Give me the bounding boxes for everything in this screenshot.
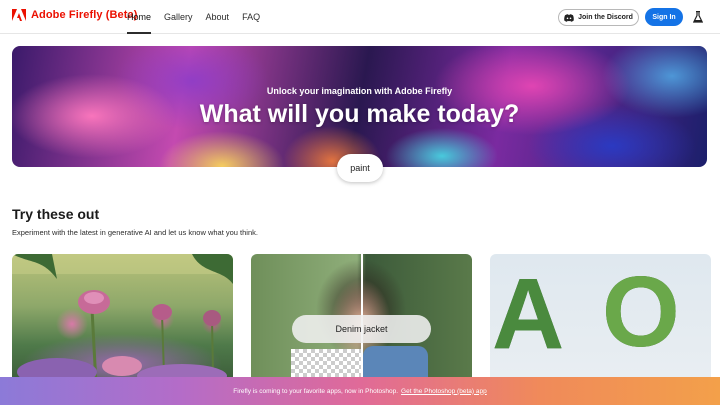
join-discord-button[interactable]: Join the Discord <box>558 9 639 26</box>
card-text-effects[interactable]: A O <box>490 254 711 384</box>
fantasy-garden-illustration <box>12 254 233 384</box>
nav-home[interactable]: Home <box>127 0 152 34</box>
flask-icon[interactable] <box>693 11 703 23</box>
leaf-letter-o: O <box>602 256 680 368</box>
banner-text: Firefly is coming to your favorite apps,… <box>233 387 399 395</box>
brand-name: Adobe Firefly (Beta) <box>31 9 138 21</box>
top-navigation: Adobe Firefly (Beta) Home Gallery About … <box>0 0 720 34</box>
photoshop-beta-link[interactable]: Get the Photoshop (beta) app <box>401 388 487 395</box>
sign-in-button[interactable]: Sign In <box>645 8 683 26</box>
nav-gallery[interactable]: Gallery <box>164 0 193 34</box>
adobe-logo-icon <box>12 9 26 21</box>
hero-title: What will you make today? <box>199 100 520 128</box>
photoshop-banner: Firefly is coming to your favorite apps,… <box>0 377 720 405</box>
nav-faq[interactable]: FAQ <box>242 0 260 34</box>
leaf-letter-a: A <box>492 258 565 370</box>
hero-prompt-pill[interactable]: paint <box>337 154 383 182</box>
card-text-to-image[interactable] <box>12 254 233 384</box>
join-discord-label: Join the Discord <box>578 14 633 21</box>
nav-links: Home Gallery About FAQ <box>127 0 273 34</box>
generative-fill-prompt[interactable]: Denim jacket <box>292 315 431 343</box>
section-title: Try these out <box>12 206 100 222</box>
section-description: Experiment with the latest in generative… <box>12 228 258 237</box>
hero-banner: Unlock your imagination with Adobe Firef… <box>12 46 707 167</box>
discord-icon <box>564 13 574 22</box>
brand[interactable]: Adobe Firefly (Beta) <box>12 9 138 21</box>
hero-subtitle: Unlock your imagination with Adobe Firef… <box>266 86 453 96</box>
nav-about[interactable]: About <box>206 0 230 34</box>
